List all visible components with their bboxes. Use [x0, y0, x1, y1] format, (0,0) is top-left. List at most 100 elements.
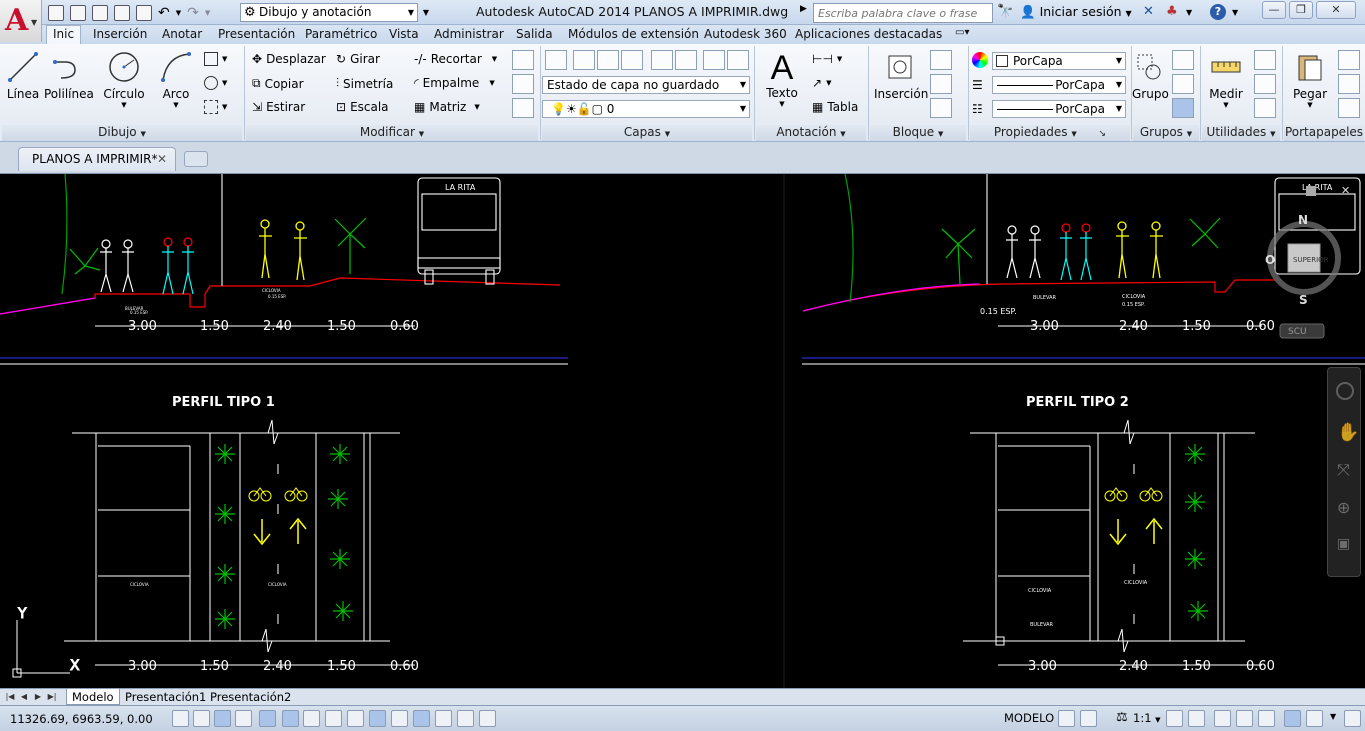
auto-scale-icon[interactable] — [1188, 710, 1205, 727]
lineweight-select[interactable]: PorCapa ▼ — [992, 100, 1126, 118]
erase-icon[interactable] — [512, 50, 534, 70]
cut-icon[interactable] — [1338, 50, 1360, 70]
calculator-icon[interactable] — [1254, 98, 1276, 118]
panel-label-bloque[interactable]: Bloque ▼ — [870, 125, 966, 141]
tab-administrar[interactable]: Administrar — [434, 27, 504, 41]
clean-screen-icon[interactable] — [1344, 710, 1361, 727]
panel-label-propiedades[interactable]: Propiedades ▼ ↘ — [970, 125, 1130, 141]
quick-view-layouts-icon[interactable] — [1058, 710, 1075, 727]
zoom-icon[interactable]: ⤧ — [1337, 460, 1350, 480]
linea-button[interactable]: Línea — [5, 50, 41, 101]
panel-label-modificar[interactable]: Modificar ▼ — [246, 125, 538, 141]
dynamic-ucs-icon[interactable] — [347, 710, 364, 727]
empalme-button[interactable]: ◜ Empalme ▼ — [414, 76, 495, 90]
recortar-button[interactable]: -/- Recortar ▼ — [414, 52, 497, 66]
hatch-button[interactable]: ▼ — [204, 76, 227, 90]
layer-icon[interactable] — [727, 50, 749, 70]
explode-icon[interactable] — [512, 74, 534, 94]
steering-wheel-icon[interactable] — [1336, 382, 1354, 400]
boundary-button[interactable]: ▼ — [204, 100, 227, 114]
group-select-icon[interactable] — [1172, 98, 1194, 118]
3d-object-snap-icon[interactable] — [303, 710, 320, 727]
workspace-switching-icon[interactable] — [1214, 710, 1231, 727]
pegar-button[interactable]: Pegar ▼ — [1290, 50, 1330, 109]
search-expand-icon[interactable]: ▶ — [800, 4, 807, 14]
grid-display-icon[interactable] — [214, 710, 231, 727]
undo-dropdown-icon[interactable]: ▼ — [176, 9, 181, 17]
layer-select[interactable]: 💡☀🔓▢ 0 ▼ — [542, 100, 750, 118]
match-properties-icon[interactable] — [1338, 98, 1360, 118]
dialog-launcher-icon[interactable]: ↘ — [1099, 129, 1107, 139]
panel-label-dibujo[interactable]: Dibujo ▼ — [2, 125, 242, 141]
showmotion-icon[interactable]: ▣ — [1337, 536, 1350, 552]
panel-label-capas[interactable]: Capas ▼ — [542, 125, 752, 141]
orbit-icon[interactable]: ⊕ — [1337, 498, 1350, 517]
transparency-icon[interactable] — [413, 710, 430, 727]
hardware-acceleration-icon[interactable] — [1258, 710, 1275, 727]
panel-label-anotacion[interactable]: Anotación ▼ — [756, 125, 866, 141]
viewcube[interactable]: SUPERIOR N O S SCU — [1262, 174, 1362, 354]
light-bulb-icon[interactable] — [1306, 710, 1323, 727]
tab-salida[interactable]: Salida — [516, 27, 553, 41]
redo-icon[interactable]: ↷ — [187, 5, 199, 21]
scu-menu-label[interactable]: SCU — [1288, 327, 1307, 337]
edit-attributes-icon[interactable] — [930, 98, 952, 118]
undo-icon[interactable]: ↶ — [158, 5, 170, 21]
tab-autodesk-360[interactable]: Autodesk 360 — [704, 27, 787, 41]
matriz-button[interactable]: ▦ Matriz ▼ — [414, 100, 480, 114]
close-icon[interactable]: ✕ — [1341, 184, 1350, 197]
medir-button[interactable]: Medir ▼ — [1206, 50, 1246, 109]
group-edit-icon[interactable] — [1172, 74, 1194, 94]
select-all-icon[interactable] — [1254, 74, 1276, 94]
lineweight-icon[interactable] — [391, 710, 408, 727]
tabla-button[interactable]: ▦ Tabla — [812, 100, 858, 114]
polar-tracking-icon[interactable] — [259, 710, 276, 727]
open-icon[interactable] — [70, 4, 86, 21]
girar-button[interactable]: ↻ Girar — [336, 52, 380, 66]
texto-button[interactable]: A Texto ▼ — [762, 50, 802, 108]
layer-properties-icon[interactable] — [545, 50, 567, 70]
object-snap-icon[interactable] — [282, 710, 299, 727]
document-tab[interactable]: PLANOS A IMPRIMIR* ✕ — [18, 147, 176, 171]
desplazar-button[interactable]: ✥ Desplazar — [252, 52, 326, 66]
restore-button[interactable]: ❐ — [1289, 1, 1313, 19]
insercion-button[interactable]: Inserción — [874, 50, 928, 101]
annotation-monitor-icon[interactable] — [479, 710, 496, 727]
tab-aplicaciones-destacadas[interactable]: Aplicaciones destacadas — [795, 27, 942, 41]
escala-button[interactable]: ⊡ Escala — [336, 100, 389, 114]
ungroup-icon[interactable] — [1172, 50, 1194, 70]
redo-dropdown-icon[interactable]: ▼ — [205, 9, 210, 17]
close-button[interactable]: ✕ — [1316, 1, 1356, 19]
chevron-down-icon[interactable]: ▼ — [1330, 712, 1336, 721]
object-snap-tracking-icon[interactable] — [325, 710, 342, 727]
dimension-button[interactable]: ⊢⊣ ▼ — [812, 52, 842, 66]
selection-cycling-icon[interactable] — [457, 710, 474, 727]
tab-modelo[interactable]: Modelo — [66, 689, 120, 705]
tab-parametrico[interactable]: Paramétrico — [305, 27, 377, 41]
copy-clip-icon[interactable] — [1338, 74, 1360, 94]
new-icon[interactable] — [48, 4, 64, 21]
arco-button[interactable]: Arco ▼ — [158, 50, 194, 109]
next-tab-icon[interactable]: ▶ — [32, 691, 44, 703]
minimize-button[interactable]: — — [1262, 1, 1286, 19]
annotation-scale-icon[interactable]: ⚖ — [1116, 710, 1128, 725]
chevron-down-icon[interactable]: ▼ — [1232, 8, 1238, 17]
sign-in-button[interactable]: 👤 Iniciar sesión ▼ — [1020, 4, 1132, 20]
new-document-tab-button[interactable] — [184, 151, 208, 167]
application-menu-button[interactable]: A ▼ — [0, 0, 42, 42]
binoculars-icon[interactable]: 🔭 — [997, 4, 1013, 19]
autodesk-360-icon[interactable]: ♣ — [1166, 4, 1178, 19]
pan-icon[interactable]: ✋ — [1337, 422, 1359, 443]
grupo-button[interactable]: Grupo — [1132, 50, 1169, 101]
tab-insercion[interactable]: Inserción — [93, 27, 147, 41]
ortho-mode-icon[interactable] — [235, 710, 252, 727]
circulo-button[interactable]: Círculo ▼ — [102, 50, 146, 109]
copiar-button[interactable]: ⧉ Copiar — [252, 76, 304, 91]
exchange-icon[interactable]: ✕ — [1143, 4, 1154, 19]
tab-presentacion[interactable]: Presentación — [218, 27, 295, 41]
rectangle-button[interactable]: ▼ — [204, 52, 227, 66]
panel-label-utilidades[interactable]: Utilidades ▼ — [1202, 125, 1280, 141]
quick-properties-icon[interactable] — [435, 710, 452, 727]
ribbon-minimize-icon[interactable]: ▭▾ — [955, 27, 969, 38]
infer-constraints-icon[interactable] — [172, 710, 189, 727]
